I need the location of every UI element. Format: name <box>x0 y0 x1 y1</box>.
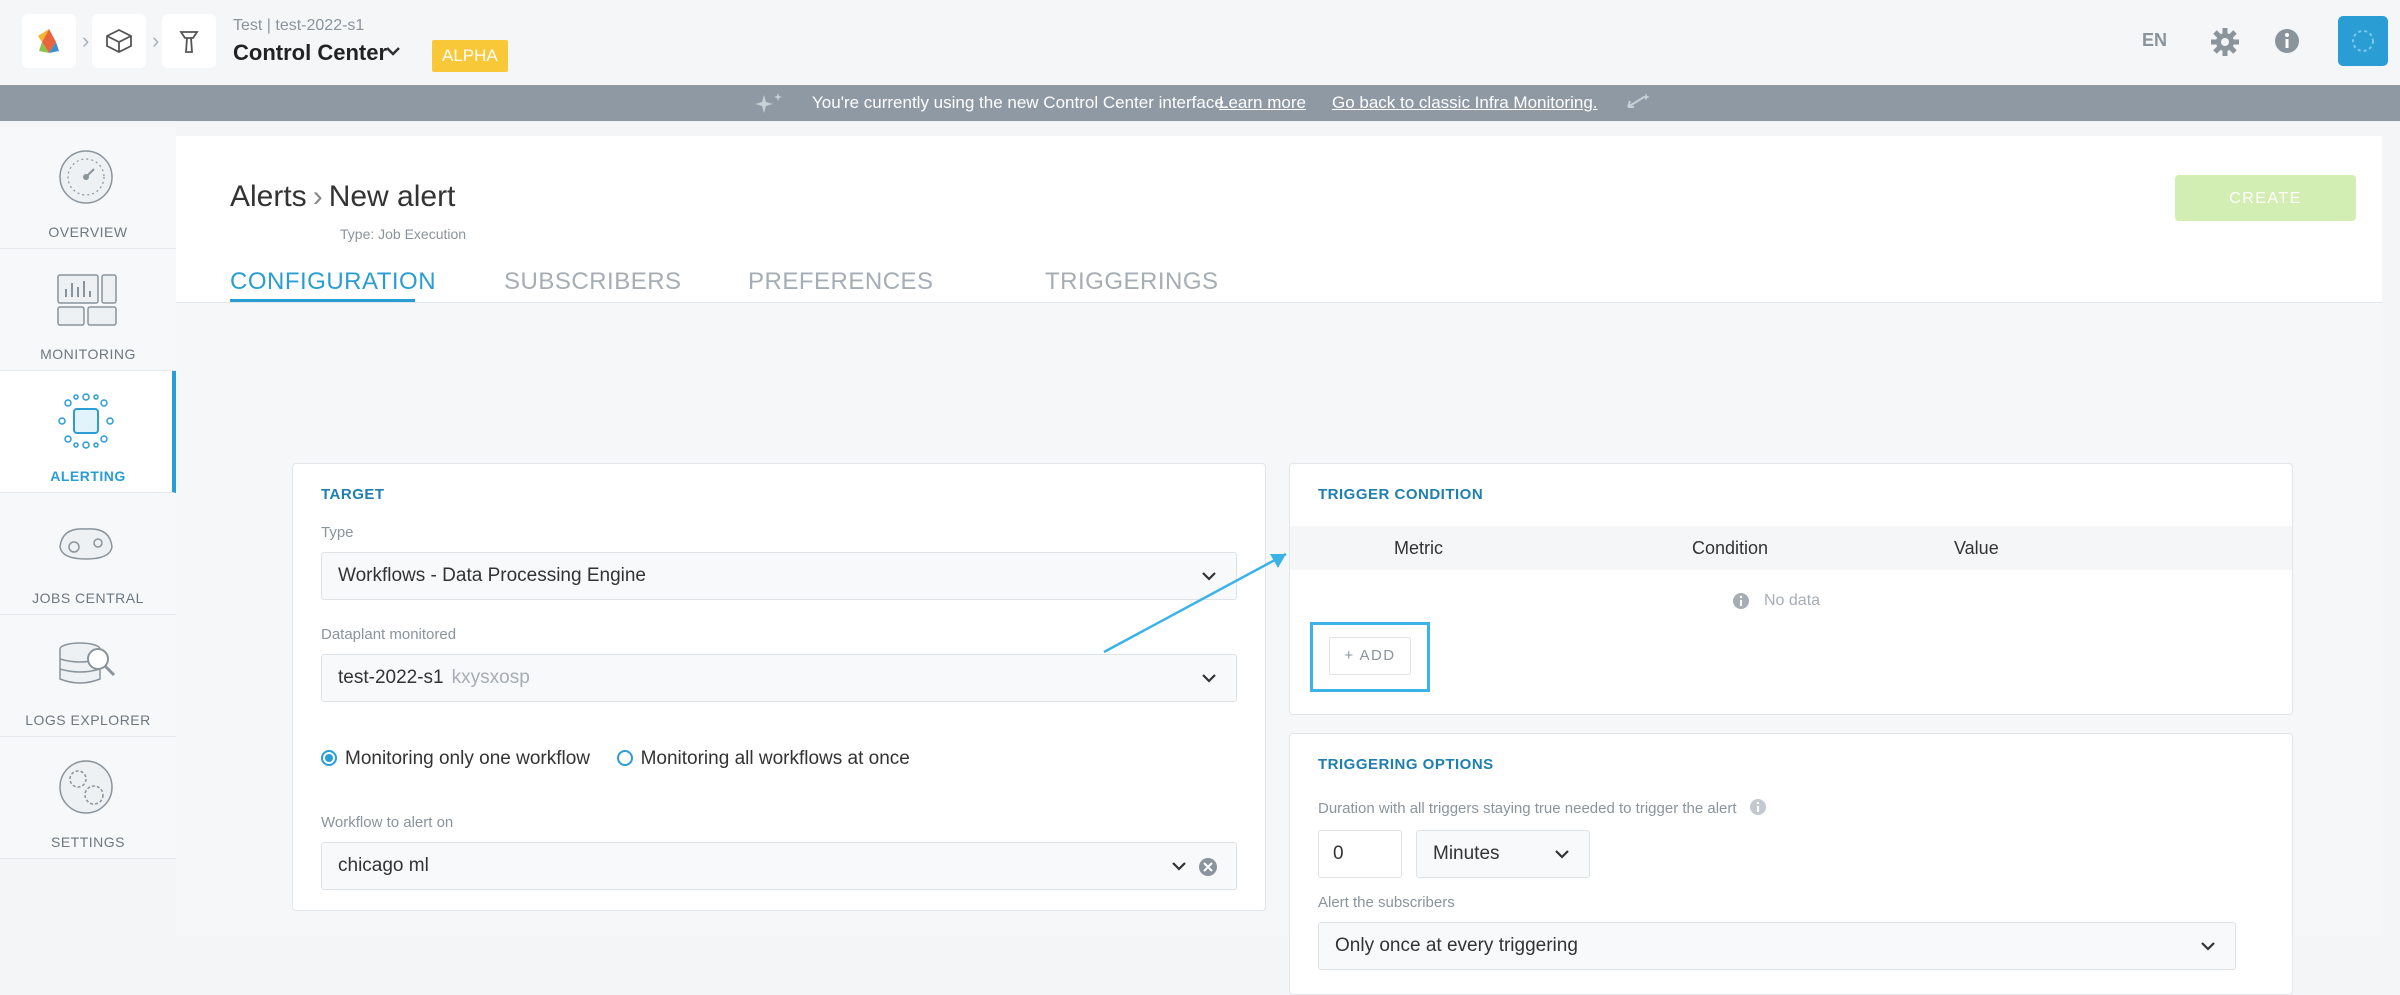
chevron-right-icon: › <box>82 28 90 53</box>
info-icon <box>1733 593 1749 609</box>
type-value: Workflows - Data Processing Engine <box>338 565 646 586</box>
sidebar-item-label: SETTINGS <box>50 834 125 850</box>
target-card: TARGET Type Workflows - Data Processing … <box>292 463 1266 911</box>
alerting-icon <box>58 393 114 449</box>
banner-message: You're currently using the new Control C… <box>812 93 1229 112</box>
chevron-right-icon: › <box>152 28 160 53</box>
breadcrumb: Test | test-2022-s1 <box>233 17 365 34</box>
avatar[interactable] <box>2338 16 2388 66</box>
main-panel: Alerts › New alert Type: Job Execution CRE… <box>176 136 2382 995</box>
sidebar-item-monitoring[interactable]: MONITORING <box>0 249 176 371</box>
card-title: TARGET <box>321 486 385 503</box>
trigger-condition-card: TRIGGER CONDITION Metric Condition Value… <box>1289 463 2293 715</box>
control-center-button[interactable] <box>162 14 216 68</box>
alert-frequency-select[interactable]: Only once at every triggering <box>1318 922 2236 970</box>
cube-icon <box>106 28 132 54</box>
workflow-label: Workflow to alert on <box>321 814 454 831</box>
info-icon <box>1749 799 1766 815</box>
sidebar-item-label: JOBS CENTRAL <box>32 590 144 606</box>
workspace-button[interactable] <box>92 14 146 68</box>
chevron-down-icon <box>1172 862 1186 871</box>
classic-monitoring-link[interactable]: Go back to classic Infra Monitoring. <box>1332 85 1598 121</box>
sidebar-item-label: LOGS EXPLORER <box>25 712 151 728</box>
chevron-down-icon <box>2201 942 2215 951</box>
sidebar-item-jobs-central[interactable]: JOBS CENTRAL <box>0 493 176 615</box>
sidebar-item-label: ALERTING <box>50 468 126 484</box>
sidebar-item-settings[interactable]: SETTINGS <box>0 737 176 859</box>
monitoring-icon <box>57 274 117 326</box>
sidebar: OVERVIEW MONITORING ALERTING JOBS CENTRA… <box>0 121 176 936</box>
duration-unit-select[interactable]: Minutes <box>1416 830 1590 878</box>
tab-subscribers[interactable]: SUBSCRIBERS <box>504 268 682 296</box>
chevron-down-icon <box>1202 674 1216 683</box>
alpha-badge: ALPHA <box>432 40 508 72</box>
logs-icon <box>59 642 116 684</box>
sidebar-item-logs-explorer[interactable]: LOGS EXPLORER <box>0 615 176 737</box>
control-tower-icon <box>179 31 199 53</box>
language-selector[interactable]: EN <box>2142 30 2167 51</box>
gauge-icon <box>59 150 113 204</box>
app-title[interactable]: Control Center <box>233 40 387 66</box>
clear-icon[interactable] <box>1198 857 1218 877</box>
empty-state: No data <box>1764 592 1821 609</box>
radio-one-workflow[interactable] <box>321 750 337 766</box>
chevron-down-icon[interactable] <box>384 44 402 58</box>
settings-icon <box>59 760 113 814</box>
page-title: Alerts › New alert <box>230 180 455 214</box>
info-icon[interactable] <box>2272 26 2302 56</box>
user-icon <box>2352 30 2374 52</box>
alert-subscribers-label: Alert the subscribers <box>1318 894 1455 911</box>
monitoring-mode-radios: Monitoring only one workflow Monitoring … <box>321 748 910 770</box>
duration-input[interactable]: 0 <box>1318 830 1402 878</box>
column-header: Value <box>1954 538 1999 558</box>
card-title: TRIGGER CONDITION <box>1318 486 1484 503</box>
sidebar-item-label: OVERVIEW <box>48 224 128 240</box>
condition-table-header: Metric Condition Value <box>1290 526 2292 570</box>
alert-frequency-value: Only once at every triggering <box>1335 935 1578 956</box>
workflow-select[interactable]: chicago ml <box>321 842 1237 890</box>
top-header: › › Test | test-2022-s1 Control Center A… <box>0 0 2400 85</box>
triggering-options-card: TRIGGERING OPTIONS Duration with all tri… <box>1289 733 2293 995</box>
interface-banner: You're currently using the new Control C… <box>0 85 2400 121</box>
current-page-title: New alert <box>328 180 456 213</box>
learn-more-link[interactable]: Learn more <box>1219 85 1306 121</box>
sidebar-item-label: MONITORING <box>40 346 136 362</box>
radio-all-workflows[interactable] <box>616 750 633 766</box>
jobs-icon <box>59 528 113 560</box>
add-highlight: + ADD <box>1310 622 1430 692</box>
tab-preferences[interactable]: PREFERENCES <box>748 268 934 296</box>
column-header: Condition <box>1692 538 1769 558</box>
sidebar-item-alerting[interactable]: ALERTING <box>0 371 176 493</box>
alert-type: Type: Job Execution <box>340 226 467 242</box>
sparkle-icon <box>755 93 782 113</box>
chevron-right-icon: › <box>312 180 323 213</box>
type-label: Type <box>321 524 354 541</box>
duration-label: Duration with all triggers staying true … <box>1318 798 1767 817</box>
chevron-down-icon <box>1555 850 1569 859</box>
gear-icon[interactable] <box>2208 25 2242 59</box>
back-arrow-icon <box>1627 93 1650 108</box>
unit-value: Minutes <box>1433 843 1500 864</box>
app-logo[interactable] <box>22 14 76 68</box>
column-header: Metric <box>1394 538 1443 558</box>
dataplant-value: test-2022-s1 <box>338 667 444 688</box>
dataplant-select[interactable]: test-2022-s1 kxysxosp <box>321 654 1237 702</box>
workflow-value: chicago ml <box>338 855 429 876</box>
add-condition-button[interactable]: + ADD <box>1329 637 1411 675</box>
card-title: TRIGGERING OPTIONS <box>1318 756 1494 773</box>
logo-icon <box>38 29 59 53</box>
create-button[interactable]: CREATE <box>2175 175 2356 221</box>
radio-all-label: Monitoring all workflows at once <box>640 748 910 769</box>
alerts-breadcrumb[interactable]: Alerts <box>230 180 307 213</box>
dataplant-label: Dataplant monitored <box>321 626 457 643</box>
annotation-arrow <box>1103 552 1287 654</box>
sidebar-item-overview[interactable]: OVERVIEW <box>0 127 176 249</box>
radio-one-label: Monitoring only one workflow <box>345 748 591 769</box>
tab-configuration[interactable]: CONFIGURATION <box>230 268 436 296</box>
dataplant-id: kxysxosp <box>451 667 530 688</box>
tab-triggerings[interactable]: TRIGGERINGS <box>1045 268 1219 296</box>
